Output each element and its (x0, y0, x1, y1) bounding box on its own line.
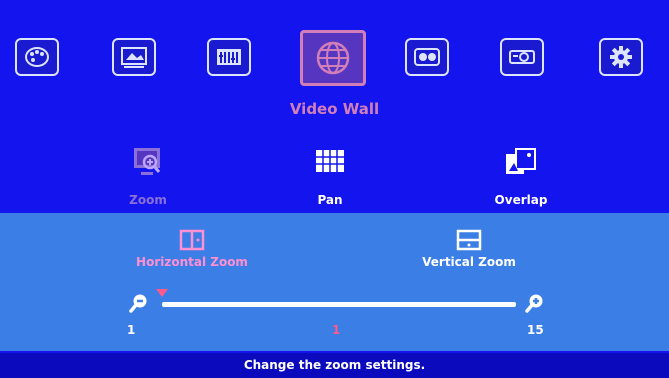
zoom-slider-thumb[interactable] (156, 289, 168, 297)
3d-icon[interactable] (405, 38, 449, 76)
zoom-max-value: 15 (527, 323, 544, 337)
status-bar: Change the zoom settings. (0, 353, 669, 378)
projector-icon[interactable] (500, 38, 544, 76)
submenu-label-zoom: Zoom (129, 193, 167, 207)
horizontal-split-icon (117, 229, 267, 251)
zoom-slider-track[interactable] (162, 302, 516, 307)
palette-icon[interactable] (15, 38, 59, 76)
vertical-zoom-option[interactable]: Vertical Zoom (394, 229, 544, 269)
active-category-label: Video Wall (289, 100, 380, 118)
submenu-item-zoom[interactable]: Zoom (93, 145, 203, 207)
horizontal-zoom-option[interactable]: Horizontal Zoom (117, 229, 267, 269)
zoom-min-value: 1 (127, 323, 136, 337)
zoom-out-icon[interactable] (128, 292, 150, 318)
image-adjust-icon[interactable] (112, 38, 156, 76)
submenu-item-pan[interactable]: Pan (275, 145, 385, 207)
grid-icon (313, 145, 347, 179)
zoom-current-value: 1 (332, 323, 341, 337)
globe-icon[interactable] (300, 30, 366, 86)
gear-icon[interactable] (599, 38, 643, 76)
horizontal-zoom-label: Horizontal Zoom (136, 255, 248, 269)
vertical-zoom-label: Vertical Zoom (422, 255, 516, 269)
zoom-in-icon[interactable] (524, 292, 546, 318)
audio-mixer-icon[interactable] (207, 38, 251, 76)
overlap-icon (504, 145, 538, 179)
vertical-split-icon (394, 229, 544, 251)
submenu-item-overlap[interactable]: Overlap (466, 145, 576, 207)
submenu-label-pan: Pan (317, 193, 343, 207)
zoom-screen-icon (131, 145, 165, 179)
submenu-label-overlap: Overlap (494, 193, 548, 207)
osd-menu-screen: Video Wall Zoom Pan Overlap Horizontal Z… (0, 0, 669, 378)
category-bar (0, 30, 669, 90)
